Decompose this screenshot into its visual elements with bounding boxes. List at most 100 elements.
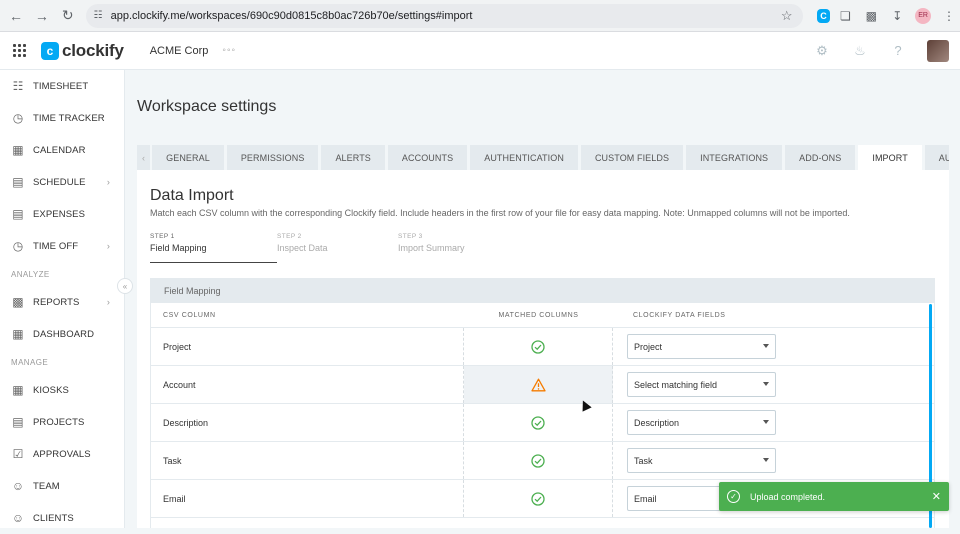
warning-icon xyxy=(530,378,546,391)
match-status xyxy=(464,442,613,479)
download-icon[interactable]: ↧ xyxy=(886,5,908,27)
sidebar-item-time-off[interactable]: ◷ TIME OFF › xyxy=(0,230,124,262)
tab-search-icon[interactable]: ▩ xyxy=(860,5,882,27)
import-panel: Data Import Match each CSV column with t… xyxy=(137,170,949,528)
sidebar-item-timesheet[interactable]: ☷ TIMESHEET xyxy=(0,70,124,102)
sidebar-item-label: DASHBOARD xyxy=(33,328,95,340)
table-row: Project Project xyxy=(151,328,934,366)
bookmark-star-icon[interactable]: ☆ xyxy=(781,8,793,24)
tab-accounts[interactable]: ACCOUNTS xyxy=(387,145,468,170)
user-avatar[interactable] xyxy=(927,39,949,62)
browser-toolbar: ← → ↻ ☷ app.clockify.me/workspaces/690c9… xyxy=(0,0,960,32)
field-select-value: Task xyxy=(634,455,653,466)
step-field-mapping[interactable]: STEP 1 Field Mapping xyxy=(150,233,277,263)
tab-alerts[interactable]: ALERTS xyxy=(321,145,385,170)
sidebar-item-label: SCHEDULE xyxy=(33,176,86,188)
tab-general[interactable]: GENERAL xyxy=(152,145,224,170)
sidebar-item-kiosks[interactable]: ▦ KIOSKS xyxy=(0,374,124,406)
check-circle-icon xyxy=(531,415,545,430)
sidebar-item-team[interactable]: ☺ TEAM xyxy=(0,470,124,502)
kiosk-icon: ▦ xyxy=(12,383,24,397)
step-number: STEP 3 xyxy=(398,233,423,240)
import-title: Data Import xyxy=(150,187,234,204)
profile-avatar: ER xyxy=(915,7,932,24)
help-icon[interactable]: ? xyxy=(889,42,907,60)
clockify-extension-icon[interactable]: C xyxy=(816,8,831,23)
step-inspect-data[interactable]: STEP 2 Inspect Data xyxy=(277,233,398,263)
column-header-matched: MATCHED COLUMNS xyxy=(498,311,579,319)
sidebar-item-approvals[interactable]: ☑ APPROVALS xyxy=(0,438,124,470)
reports-icon: ▩ xyxy=(12,295,24,309)
field-select[interactable]: Select matching field xyxy=(627,372,776,397)
team-icon: ☺ xyxy=(11,479,25,493)
sidebar-item-schedule[interactable]: ▤ SCHEDULE › xyxy=(0,166,124,198)
field-select-value: Select matching field xyxy=(634,379,718,390)
tab-custom-fields[interactable]: CUSTOM FIELDS xyxy=(580,145,684,170)
table-row: Description Description xyxy=(151,404,934,442)
match-status xyxy=(464,404,613,441)
field-select-value: Project xyxy=(634,341,663,352)
csv-column-name: Project xyxy=(151,328,464,365)
forward-icon[interactable]: → xyxy=(30,4,54,28)
workspace-name[interactable]: ACME Corp xyxy=(150,45,209,57)
tab-audit-log[interactable]: AUDIT LO xyxy=(924,145,949,170)
sidebar-item-label: KIOSKS xyxy=(33,384,69,396)
sidebar-item-dashboard[interactable]: ▦ DASHBOARD xyxy=(0,318,124,350)
match-status xyxy=(464,480,613,517)
table-row: Account Select matching field xyxy=(151,366,934,404)
sidebar-item-expenses[interactable]: ▤ EXPENSES xyxy=(0,198,124,230)
caret-down-icon xyxy=(763,458,769,462)
apps-grid-icon[interactable] xyxy=(13,43,27,58)
timesheet-icon: ☷ xyxy=(12,79,24,93)
reload-icon[interactable]: ↻ xyxy=(56,4,80,28)
step-number: STEP 2 xyxy=(277,233,302,240)
sidebar-item-calendar[interactable]: ▦ CALENDAR xyxy=(0,134,124,166)
tab-integrations[interactable]: INTEGRATIONS xyxy=(686,145,783,170)
tab-import[interactable]: IMPORT xyxy=(858,145,922,170)
bell-icon[interactable]: ♨ xyxy=(851,42,869,60)
csv-column-name: Account xyxy=(151,366,464,403)
extensions-icon[interactable]: ❏ xyxy=(834,5,856,27)
close-icon[interactable]: ✕ xyxy=(932,490,941,503)
collapse-sidebar-icon[interactable]: « xyxy=(117,278,133,294)
address-bar[interactable]: ☷ app.clockify.me/workspaces/690c90d0815… xyxy=(85,3,803,28)
sidebar-item-label: APPROVALS xyxy=(33,448,91,460)
sidebar-item-clients[interactable]: ☺ CLIENTS xyxy=(0,502,124,534)
tab-add-ons[interactable]: ADD-ONS xyxy=(785,145,856,170)
url-text: app.clockify.me/workspaces/690c90d0815c8… xyxy=(110,9,473,22)
field-mapping-header: Field Mapping xyxy=(151,279,934,303)
workspace-menu-icon[interactable]: ◦◦◦ xyxy=(222,45,236,56)
table-column-headers: CSV COLUMN MATCHED COLUMNS CLOCKIFY DATA… xyxy=(151,303,934,328)
sidebar-item-reports[interactable]: ▩ REPORTS › xyxy=(0,286,124,318)
caret-down-icon xyxy=(763,382,769,386)
sidebar-item-time-tracker[interactable]: ◷ TIME TRACKER xyxy=(0,102,124,134)
projects-icon: ▤ xyxy=(12,415,24,429)
match-status xyxy=(464,328,613,365)
calendar-icon: ▦ xyxy=(12,143,24,157)
sidebar-item-label: TIME OFF xyxy=(33,240,79,252)
import-steps: STEP 1 Field Mapping STEP 2 Inspect Data… xyxy=(150,233,519,263)
clockify-logo[interactable]: c clockify xyxy=(41,41,124,61)
sidebar-section-manage: MANAGE xyxy=(11,357,49,367)
match-status xyxy=(464,366,613,403)
receipt-icon: ▤ xyxy=(12,207,24,221)
approvals-icon: ☑ xyxy=(12,447,24,461)
clockify-logo-icon: c xyxy=(41,41,59,60)
sidebar-item-projects[interactable]: ▤ PROJECTS xyxy=(0,406,124,438)
field-select[interactable]: Task xyxy=(627,448,776,473)
logo-text: clockify xyxy=(62,40,124,60)
extension-icon[interactable]: ⚙ xyxy=(813,42,831,60)
column-header-fields: CLOCKIFY DATA FIELDS xyxy=(633,311,726,319)
tabs-scroll-left-icon[interactable]: ‹ xyxy=(137,145,151,170)
sidebar-item-label: REPORTS xyxy=(33,296,80,308)
field-select[interactable]: Description xyxy=(627,410,776,435)
site-settings-icon[interactable]: ☷ xyxy=(94,10,103,21)
tab-authentication[interactable]: AUTHENTICATION xyxy=(470,145,578,170)
back-icon[interactable]: ← xyxy=(4,4,28,28)
field-select[interactable]: Project xyxy=(627,334,776,359)
sidebar: ☷ TIMESHEET ◷ TIME TRACKER ▦ CALENDAR ▤ … xyxy=(0,70,125,528)
browser-menu-icon[interactable]: ⋮ xyxy=(938,5,960,27)
tab-permissions[interactable]: PERMISSIONS xyxy=(226,145,319,170)
profile-button[interactable]: ER xyxy=(912,5,934,27)
step-import-summary[interactable]: STEP 3 Import Summary xyxy=(398,233,519,263)
